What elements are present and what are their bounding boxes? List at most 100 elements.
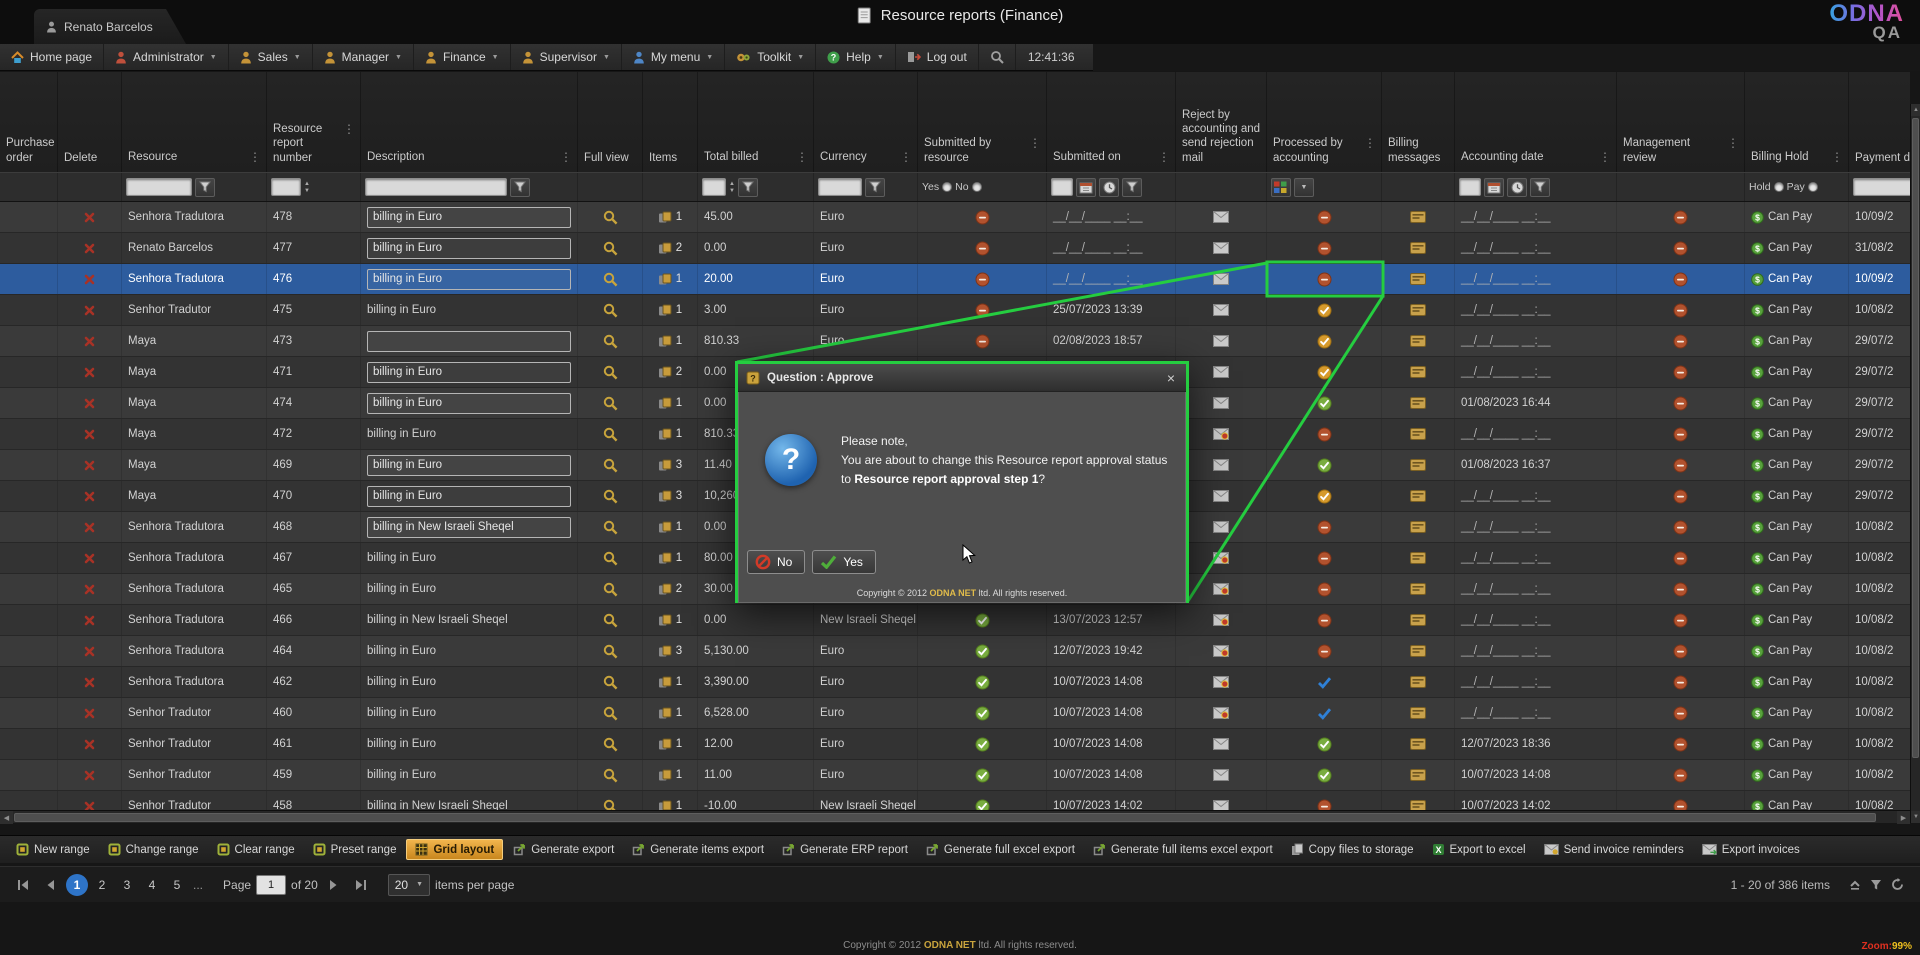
billing-messages-button[interactable] [1382,667,1455,697]
filter-button[interactable] [1122,178,1142,197]
grid-row-478[interactable]: Senhora Tradutora478billing in Euro145.0… [0,202,1910,233]
page-number-5[interactable]: 5 [166,874,188,896]
full-view-button[interactable] [578,388,643,418]
cell-processed-by-accounting[interactable] [1267,202,1382,232]
reject-mail-button[interactable] [1176,543,1267,573]
filter-input[interactable] [126,178,192,196]
cell-processed-by-accounting[interactable] [1267,791,1382,810]
page-size-select[interactable]: 20 ▼ [388,874,430,896]
cell-processed-by-accounting[interactable] [1267,729,1382,759]
page-number-2[interactable]: 2 [91,874,113,896]
reject-mail-button[interactable] [1176,574,1267,604]
grid-row-466[interactable]: Senhora Tradutora466billing in New Israe… [0,605,1910,636]
cell-processed-by-accounting[interactable] [1267,419,1382,449]
column-header-delete[interactable]: Delete [58,72,122,172]
reject-mail-button[interactable] [1176,698,1267,728]
reject-mail-button[interactable] [1176,450,1267,480]
next-page-button[interactable] [323,874,345,896]
description-input[interactable]: billing in Euro [367,269,571,290]
reject-mail-button[interactable] [1176,388,1267,418]
billing-messages-button[interactable] [1382,760,1455,790]
scroll-up-icon[interactable]: ▲ [1911,104,1920,116]
delete-button[interactable] [58,791,122,810]
menu-item-administrator[interactable]: Administrator▼ [104,44,229,70]
delete-button[interactable] [58,295,122,325]
billing-messages-button[interactable] [1382,295,1455,325]
cell-processed-by-accounting[interactable] [1267,481,1382,511]
column-header-payment-date[interactable]: Payment date [1849,72,1910,172]
filter-icon[interactable] [1870,879,1882,891]
billing-messages-button[interactable] [1382,264,1455,294]
toolbar-generate-full-excel-export-button[interactable]: Generate full excel export [918,840,1083,859]
reject-mail-button[interactable] [1176,326,1267,356]
yes-button[interactable]: Yes [812,550,876,574]
column-header-total-billed[interactable]: Total billed⋮ [698,72,814,172]
column-menu-icon[interactable]: ⋮ [1829,150,1845,165]
filter-input[interactable] [1459,178,1481,196]
menu-item-toolkit[interactable]: Toolkit▼ [725,44,816,70]
filter-input[interactable] [365,178,507,196]
reject-mail-button[interactable] [1176,791,1267,810]
delete-button[interactable] [58,698,122,728]
toolbar-generate-items-export-button[interactable]: Generate items export [624,840,772,859]
toolbar-change-range-button[interactable]: Change range [100,840,207,859]
column-header-submitted-on[interactable]: Submitted on⋮ [1047,72,1176,172]
delete-button[interactable] [58,388,122,418]
grid-row-477[interactable]: Renato Barcelos477billing in Euro20.00Eu… [0,233,1910,264]
grid-row-475[interactable]: Senhor Tradutor475billing in Euro13.00Eu… [0,295,1910,326]
toolbar-send-invoice-reminders-button[interactable]: Send invoice reminders [1536,841,1692,859]
search-button[interactable] [979,44,1016,70]
column-header-billing-hold[interactable]: Billing Hold⋮ [1745,72,1849,172]
toolbar-export-to-excel-button[interactable]: XExport to excel [1424,840,1534,859]
cell-processed-by-accounting[interactable] [1267,326,1382,356]
reject-mail-button[interactable] [1176,481,1267,511]
column-menu-icon[interactable]: ⋮ [794,150,810,165]
page-number-4[interactable]: 4 [141,874,163,896]
first-page-button[interactable] [12,874,34,896]
filter-input[interactable] [1853,178,1910,196]
billing-messages-button[interactable] [1382,419,1455,449]
status-filter-dropdown[interactable]: ▼ [1294,178,1314,197]
full-view-button[interactable] [578,295,643,325]
filter-button[interactable] [738,178,758,197]
toolbar-generate-erp-report-button[interactable]: Generate ERP report [774,840,916,859]
reject-mail-button[interactable] [1176,605,1267,635]
vertical-scrollbar[interactable]: ▲ ▼ [1910,104,1920,823]
cell-processed-by-accounting[interactable] [1267,264,1382,294]
cell-processed-by-accounting[interactable] [1267,388,1382,418]
cell-processed-by-accounting[interactable] [1267,574,1382,604]
column-header-currency[interactable]: Currency⋮ [814,72,918,172]
reject-mail-button[interactable] [1176,295,1267,325]
description-input[interactable]: billing in Euro [367,486,571,507]
refresh-icon[interactable] [1891,878,1904,891]
reject-mail-button[interactable] [1176,357,1267,387]
cell-processed-by-accounting[interactable] [1267,605,1382,635]
cell-processed-by-accounting[interactable] [1267,295,1382,325]
column-header-accounting-date[interactable]: Accounting date⋮ [1455,72,1617,172]
column-header-items[interactable]: Items [643,72,698,172]
delete-button[interactable] [58,419,122,449]
no-radio[interactable] [972,182,982,192]
column-header-full-view[interactable]: Full view [578,72,643,172]
billing-messages-button[interactable] [1382,512,1455,542]
pay-radio[interactable] [1808,182,1818,192]
grid-row-460[interactable]: Senhor Tradutor460billing in Euro16,528.… [0,698,1910,729]
billing-messages-button[interactable] [1382,202,1455,232]
billing-messages-button[interactable] [1382,481,1455,511]
hscroll-thumb[interactable] [14,813,1876,822]
column-menu-icon[interactable]: ⋮ [1597,150,1613,165]
cell-processed-by-accounting[interactable] [1267,512,1382,542]
full-view-button[interactable] [578,791,643,810]
no-button[interactable]: No [747,550,805,574]
delete-button[interactable] [58,667,122,697]
reject-mail-button[interactable] [1176,636,1267,666]
filter-input[interactable] [818,178,862,196]
description-input[interactable] [367,331,571,352]
full-view-button[interactable] [578,419,643,449]
column-menu-icon[interactable]: ⋮ [341,122,357,137]
billing-messages-button[interactable] [1382,729,1455,759]
delete-button[interactable] [58,202,122,232]
column-header-reject-by-accounting-and-send-rejection-mail[interactable]: Reject by accounting and send rejection … [1176,72,1267,172]
grid-row-462[interactable]: Senhora Tradutora462billing in Euro13,39… [0,667,1910,698]
description-input[interactable]: billing in Euro [367,455,571,476]
